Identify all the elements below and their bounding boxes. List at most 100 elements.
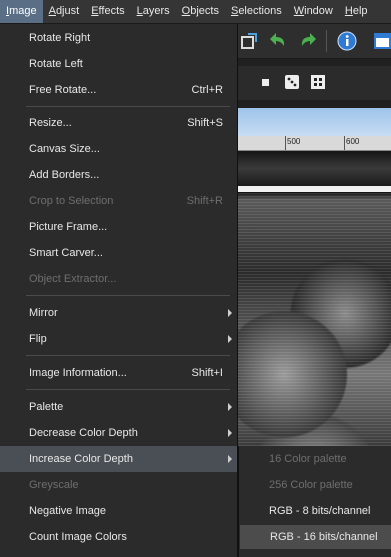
menu-item-label: Count Image Colors [29, 531, 127, 543]
crop-tool-icon[interactable] [238, 30, 260, 52]
grid-icon[interactable] [310, 74, 326, 90]
menu-item-shortcut: Ctrl+R [191, 84, 223, 96]
submenu-arrow-icon [228, 455, 232, 463]
menu-item-crop-to-selection: Crop to Selection Shift+R [0, 188, 237, 214]
ruler-label-500: 500 [287, 137, 301, 146]
menu-item-rotate-left[interactable]: Rotate Left [0, 51, 237, 77]
menu-effects[interactable]: Effects [85, 0, 130, 23]
menu-separator [26, 355, 230, 356]
menu-separator [26, 389, 230, 390]
menu-item-free-rotate[interactable]: Free Rotate... Ctrl+R [0, 77, 237, 103]
tool-options-toolbar [238, 66, 391, 100]
menu-effects-label: ffects [98, 5, 125, 17]
horizontal-ruler: 500 600 [238, 136, 391, 151]
menu-item-increase-color-depth[interactable]: Increase Color Depth [0, 446, 237, 472]
menu-item-shortcut: Shift+I [191, 367, 224, 379]
menu-item-picture-frame[interactable]: Picture Frame... [0, 214, 237, 240]
menu-item-greyscale: Greyscale [0, 472, 237, 498]
menu-item-flip[interactable]: Flip [0, 326, 237, 352]
redo-icon[interactable] [296, 30, 318, 52]
menu-objects-mnemonic: O [181, 5, 191, 17]
menu-item-image-information[interactable]: Image Information... Shift+I [0, 360, 237, 386]
menu-item-shortcut: Shift+R [186, 195, 223, 207]
increase-color-depth-submenu: 16 Color palette 256 Color palette RGB -… [238, 446, 391, 557]
menu-item-palette[interactable]: Palette [0, 394, 237, 420]
menu-help[interactable]: Help [339, 0, 374, 23]
menu-item-label: Mirror [29, 307, 58, 319]
menu-item-shortcut: Shift+S [187, 117, 223, 129]
image-menu: Rotate Right Rotate Left Free Rotate... … [0, 24, 238, 557]
menu-item-label: Image Information... [29, 367, 127, 379]
menu-item-object-extractor: Object Extractor... [0, 266, 237, 292]
menu-item-add-borders[interactable]: Add Borders... [0, 162, 237, 188]
menu-item-label: Smart Carver... [29, 247, 103, 259]
menu-window-label: indow [304, 5, 333, 17]
menu-item-count-image-colors[interactable]: Count Image Colors [0, 524, 237, 550]
menu-item-label: Increase Color Depth [29, 453, 133, 465]
submenu-item-rgb-16-bits[interactable]: RGB - 16 bits/channel [240, 525, 391, 549]
menu-window[interactable]: Window [288, 0, 339, 23]
image-canvas-top-strip [238, 151, 391, 186]
menu-item-resize[interactable]: Resize... Shift+S [0, 110, 237, 136]
image-canvas-white-band [238, 186, 391, 192]
menu-effects-mnemonic: E [91, 5, 99, 17]
menu-item-negative-image[interactable]: Negative Image [0, 498, 237, 524]
menu-item-label: Crop to Selection [29, 195, 114, 207]
small-square-icon[interactable] [258, 74, 274, 90]
menu-help-label: elp [352, 5, 368, 17]
menu-item-label: Picture Frame... [29, 221, 108, 233]
submenu-item-label: 16 Color palette [269, 453, 347, 465]
menu-item-label: Rotate Right [29, 32, 91, 44]
menu-layers[interactable]: Layers [131, 0, 176, 23]
submenu-item-label: 256 Color palette [269, 479, 353, 491]
menu-help-mnemonic: H [344, 5, 353, 17]
undo-icon[interactable] [268, 30, 290, 52]
submenu-item-256-color-palette: 256 Color palette [239, 473, 391, 497]
submenu-item-label: RGB - 8 bits/channel [269, 505, 371, 517]
menu-item-rotate-right[interactable]: Rotate Right [0, 25, 237, 51]
menu-item-label: Add Borders... [29, 169, 100, 181]
submenu-arrow-icon [228, 309, 232, 317]
menu-separator [26, 106, 230, 107]
menu-adjust-mnemonic: A [48, 5, 56, 17]
menu-item-label: Rotate Left [29, 58, 83, 70]
menu-item-label: Greyscale [29, 479, 79, 491]
menu-item-label: Negative Image [29, 505, 107, 517]
submenu-arrow-icon [228, 335, 232, 343]
menu-item-smart-carver[interactable]: Smart Carver... [0, 240, 237, 266]
menu-selections[interactable]: Selections [225, 0, 288, 23]
menu-separator [26, 295, 230, 296]
menu-item-label: Canvas Size... [29, 143, 100, 155]
toolbar-divider [326, 30, 327, 52]
menu-item-label: Free Rotate... [29, 84, 97, 96]
ruler-label-600: 600 [346, 137, 360, 146]
menu-objects[interactable]: Objects [176, 0, 225, 23]
menu-window-mnemonic: W [293, 5, 305, 17]
document-tab-area [238, 108, 391, 136]
menu-selections-label: elections [238, 5, 282, 17]
menu-item-decrease-color-depth[interactable]: Decrease Color Depth [0, 420, 237, 446]
dice-icon[interactable] [284, 74, 300, 90]
menu-bar: Image Adjust Effects Layers Objects Sele… [0, 0, 391, 24]
submenu-arrow-icon [228, 403, 232, 411]
submenu-arrow-icon [228, 429, 232, 437]
menu-adjust-label: djust [55, 5, 80, 17]
menu-layers-label: ayers [142, 5, 170, 17]
menu-image-label: mage [9, 5, 37, 17]
submenu-item-rgb-8-bits[interactable]: RGB - 8 bits/channel [239, 499, 391, 523]
menu-objects-label: bjects [190, 5, 219, 17]
menu-image[interactable]: Image [0, 0, 43, 23]
standard-toolbar [238, 24, 391, 59]
menu-item-label: Palette [29, 401, 64, 413]
submenu-item-16-color-palette: 16 Color palette [239, 447, 391, 471]
info-icon[interactable] [336, 30, 358, 52]
menu-item-label: Resize... [29, 117, 72, 129]
menu-item-label: Object Extractor... [29, 273, 117, 285]
calendar-icon[interactable] [372, 30, 391, 52]
menu-item-canvas-size[interactable]: Canvas Size... [0, 136, 237, 162]
menu-item-mirror[interactable]: Mirror [0, 300, 237, 326]
submenu-item-label: RGB - 16 bits/channel [270, 531, 378, 543]
menu-item-label: Decrease Color Depth [29, 427, 138, 439]
menu-item-label: Flip [29, 333, 47, 345]
menu-adjust[interactable]: Adjust [43, 0, 86, 23]
